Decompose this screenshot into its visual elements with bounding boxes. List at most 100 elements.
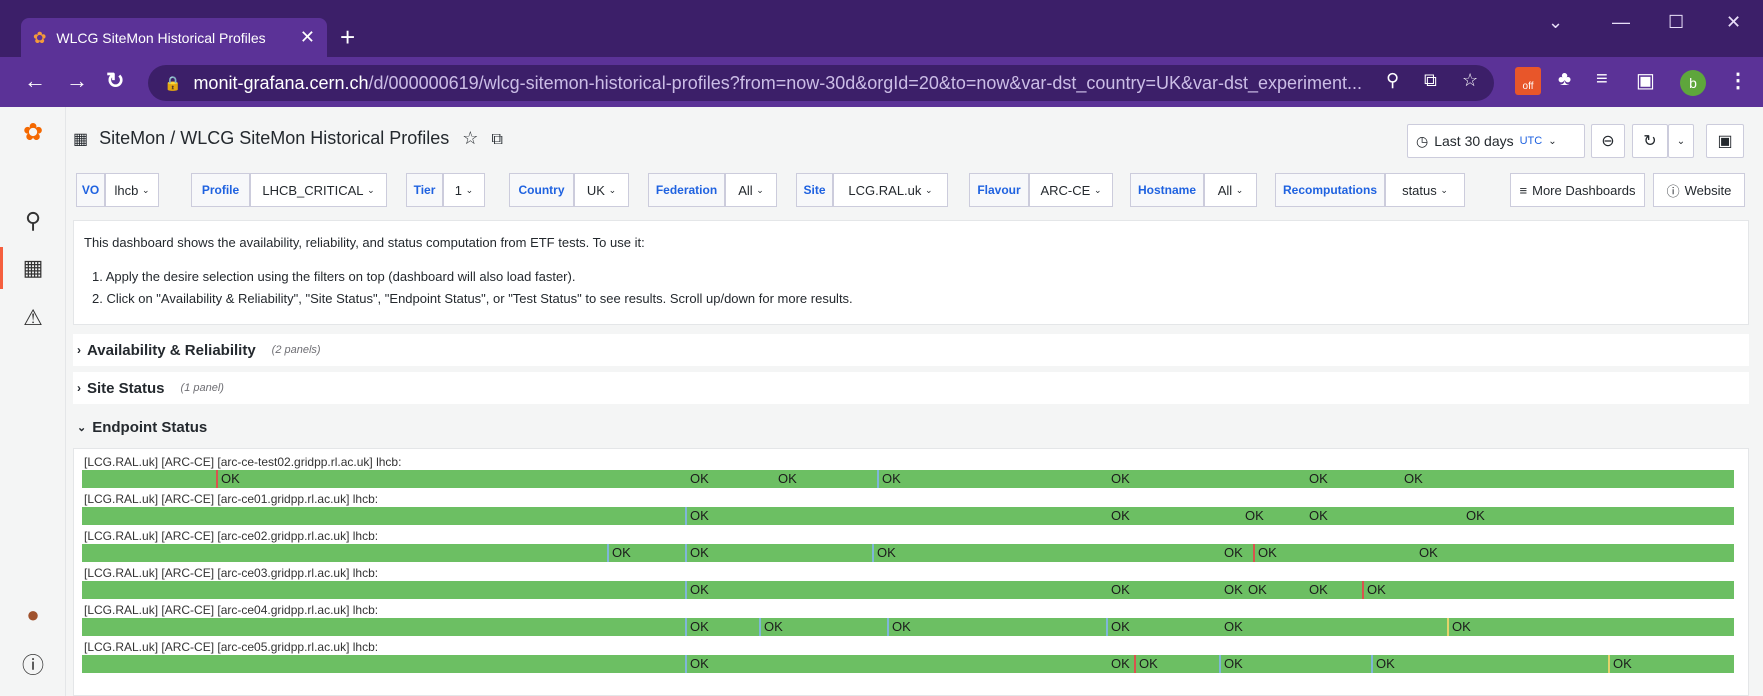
maximize-icon[interactable]: ☐ xyxy=(1668,12,1684,33)
browser-tab[interactable]: ✿ WLCG SiteMon Historical Profiles ✕ xyxy=(21,18,327,57)
breadcrumb-folder[interactable]: SiteMon xyxy=(99,128,165,148)
grafana-home-logo-icon[interactable]: ✿ xyxy=(20,118,46,147)
share-icon[interactable]: ⧉ xyxy=(1424,70,1437,91)
status-segment-ok[interactable]: OK xyxy=(1447,618,1471,636)
dashboard-grid-icon: ▦ xyxy=(73,131,89,148)
status-segment-ok[interactable]: OK xyxy=(1219,655,1243,673)
status-segment-ok[interactable]: OK xyxy=(1106,470,1130,488)
refresh-button[interactable]: ↻ xyxy=(1632,124,1668,158)
status-segment-ok[interactable]: OK xyxy=(1253,544,1277,562)
status-segment-ok[interactable]: OK xyxy=(887,618,911,636)
sidebar-active-indicator xyxy=(0,247,3,289)
website-link[interactable]: ⓘ Website xyxy=(1653,173,1745,207)
share-dashboard-icon[interactable]: ⧉ xyxy=(491,131,502,148)
status-segment-ok[interactable]: OK xyxy=(1461,507,1485,525)
status-segment-ok[interactable]: OK xyxy=(685,618,709,636)
status-segment-ok[interactable]: OK xyxy=(685,655,709,673)
url-host: monit-grafana.cern.ch xyxy=(193,72,369,93)
close-tab-icon[interactable]: ✕ xyxy=(300,27,315,48)
status-segment-ok[interactable]: OK xyxy=(685,544,709,562)
status-segment-ok[interactable]: OK xyxy=(1106,618,1130,636)
search-icon[interactable]: ⚲ xyxy=(20,208,46,234)
status-segment-ok[interactable]: OK xyxy=(1304,507,1328,525)
bookmark-star-icon[interactable]: ☆ xyxy=(1462,70,1478,91)
status-segment-ok[interactable]: OK xyxy=(216,470,240,488)
status-segment-ok[interactable]: OK xyxy=(1134,655,1158,673)
status-segment-ok[interactable]: OK xyxy=(1240,507,1264,525)
endpoint-status-bar[interactable]: OK OK OK OK OK xyxy=(82,507,1734,525)
status-segment-ok[interactable]: OK xyxy=(685,581,709,599)
endpoint-status-bar[interactable]: OK OK OK OK OK OK xyxy=(82,618,1734,636)
forward-icon[interactable]: → xyxy=(66,66,88,96)
status-segment-ok[interactable]: OK xyxy=(1106,655,1130,673)
time-range-picker[interactable]: ◷ Last 30 days UTC ⌄ xyxy=(1407,124,1585,158)
browser-menu-icon[interactable]: ⋮ xyxy=(1728,68,1748,93)
var-select-country[interactable]: UK ⌄ xyxy=(574,173,629,207)
side-panel-icon[interactable]: ▣ xyxy=(1636,68,1655,93)
chevron-down-icon: ⌄ xyxy=(608,184,617,195)
status-segment-ok[interactable]: OK xyxy=(1362,581,1386,599)
status-segment-ok[interactable]: OK xyxy=(1608,655,1632,673)
address-bar[interactable]: 🔒 monit-grafana.cern.ch/d/000000619/wlcg… xyxy=(148,65,1494,101)
endpoint-status-bar[interactable]: OK OK OK OK OK OK xyxy=(82,581,1734,599)
status-segment-ok[interactable]: OK xyxy=(1219,581,1243,599)
status-segment-ok[interactable]: OK xyxy=(1399,470,1423,488)
chevron-down-icon: ⌄ xyxy=(367,184,375,195)
refresh-interval-button[interactable]: ⌄ xyxy=(1668,124,1694,158)
zoom-out-button[interactable]: ⊖ xyxy=(1591,124,1625,158)
status-segment-ok[interactable]: OK xyxy=(1219,618,1243,636)
endpoint-status-bar[interactable]: OK OK OK OK OK OK OK xyxy=(82,470,1734,488)
var-select-profile[interactable]: LHCB_CRITICAL ⌄ xyxy=(250,173,387,207)
zoom-icon[interactable]: ⚲ xyxy=(1386,70,1399,91)
back-icon[interactable]: ← xyxy=(24,66,46,96)
var-select-tier[interactable]: 1 ⌄ xyxy=(443,173,485,207)
endpoint-status-bar[interactable]: OK OK OK OK OK OK xyxy=(82,544,1734,562)
status-segment-ok[interactable]: OK xyxy=(1304,581,1328,599)
new-tab-button[interactable]: + xyxy=(340,22,355,52)
reload-icon[interactable]: ↻ xyxy=(106,66,124,96)
status-segment-ok[interactable]: OK xyxy=(1304,470,1328,488)
status-segment-ok[interactable]: OK xyxy=(685,507,709,525)
tab-search-icon[interactable]: ⌄ xyxy=(1548,12,1563,33)
var-label-country: Country xyxy=(509,173,574,207)
extension-pdf-icon[interactable]: off xyxy=(1515,67,1541,95)
var-value-recomputations: status xyxy=(1402,182,1437,198)
status-segment-ok[interactable]: OK xyxy=(1106,507,1130,525)
close-window-icon[interactable]: ✕ xyxy=(1726,12,1741,33)
status-segment-ok[interactable]: OK xyxy=(759,618,783,636)
var-select-flavour[interactable]: ARC-CE ⌄ xyxy=(1029,173,1113,207)
row-site-status[interactable]: › Site Status (1 panel) xyxy=(73,372,1749,404)
status-segment-ok[interactable]: OK xyxy=(685,470,709,488)
alerting-bell-icon[interactable]: ⚠ xyxy=(20,305,46,331)
var-select-vo[interactable]: lhcb ⌄ xyxy=(105,173,159,207)
more-dashboards-link[interactable]: ≡ More Dashboards xyxy=(1510,173,1645,207)
status-segment-ok[interactable]: OK xyxy=(607,544,631,562)
row-endpoint-status[interactable]: ⌄ Endpoint Status xyxy=(73,411,1749,443)
row-panel-count: (2 panels) xyxy=(271,344,321,356)
menu-lines-icon: ≡ xyxy=(1519,182,1528,198)
favorite-star-icon[interactable]: ☆ xyxy=(462,128,478,148)
help-icon[interactable]: ⓘ xyxy=(20,648,46,680)
status-segment-ok[interactable]: OK xyxy=(1371,655,1395,673)
reading-list-icon[interactable]: ≡ xyxy=(1596,68,1608,91)
status-segment-ok[interactable]: OK xyxy=(1106,581,1130,599)
endpoint-status-bar[interactable]: OK OK OK OK OK OK xyxy=(82,655,1734,673)
status-segment-ok[interactable]: OK xyxy=(1219,544,1243,562)
var-select-federation[interactable]: All ⌄ xyxy=(725,173,777,207)
status-segment-ok[interactable]: OK xyxy=(1243,581,1267,599)
status-segment-ok[interactable]: OK xyxy=(872,544,896,562)
row-availability-reliability[interactable]: › Availability & Reliability (2 panels) xyxy=(73,334,1749,366)
var-select-site[interactable]: LCG.RAL.uk ⌄ xyxy=(833,173,948,207)
var-select-recomputations[interactable]: status ⌄ xyxy=(1385,173,1465,207)
lock-icon: 🔒 xyxy=(164,74,182,91)
status-segment-ok[interactable]: OK xyxy=(877,470,901,488)
extensions-puzzle-icon[interactable]: ♣ xyxy=(1558,68,1571,91)
status-segment-ok[interactable]: OK xyxy=(773,470,797,488)
var-select-hostname[interactable]: All ⌄ xyxy=(1204,173,1257,207)
profile-avatar[interactable]: b xyxy=(1680,70,1706,96)
dashboards-grid-icon[interactable]: ▦ xyxy=(20,255,46,281)
user-avatar-icon[interactable]: ● xyxy=(20,602,46,628)
status-segment-ok[interactable]: OK xyxy=(1414,544,1438,562)
tv-mode-button[interactable]: ▣ xyxy=(1706,124,1744,158)
minimize-icon[interactable]: — xyxy=(1612,12,1630,33)
